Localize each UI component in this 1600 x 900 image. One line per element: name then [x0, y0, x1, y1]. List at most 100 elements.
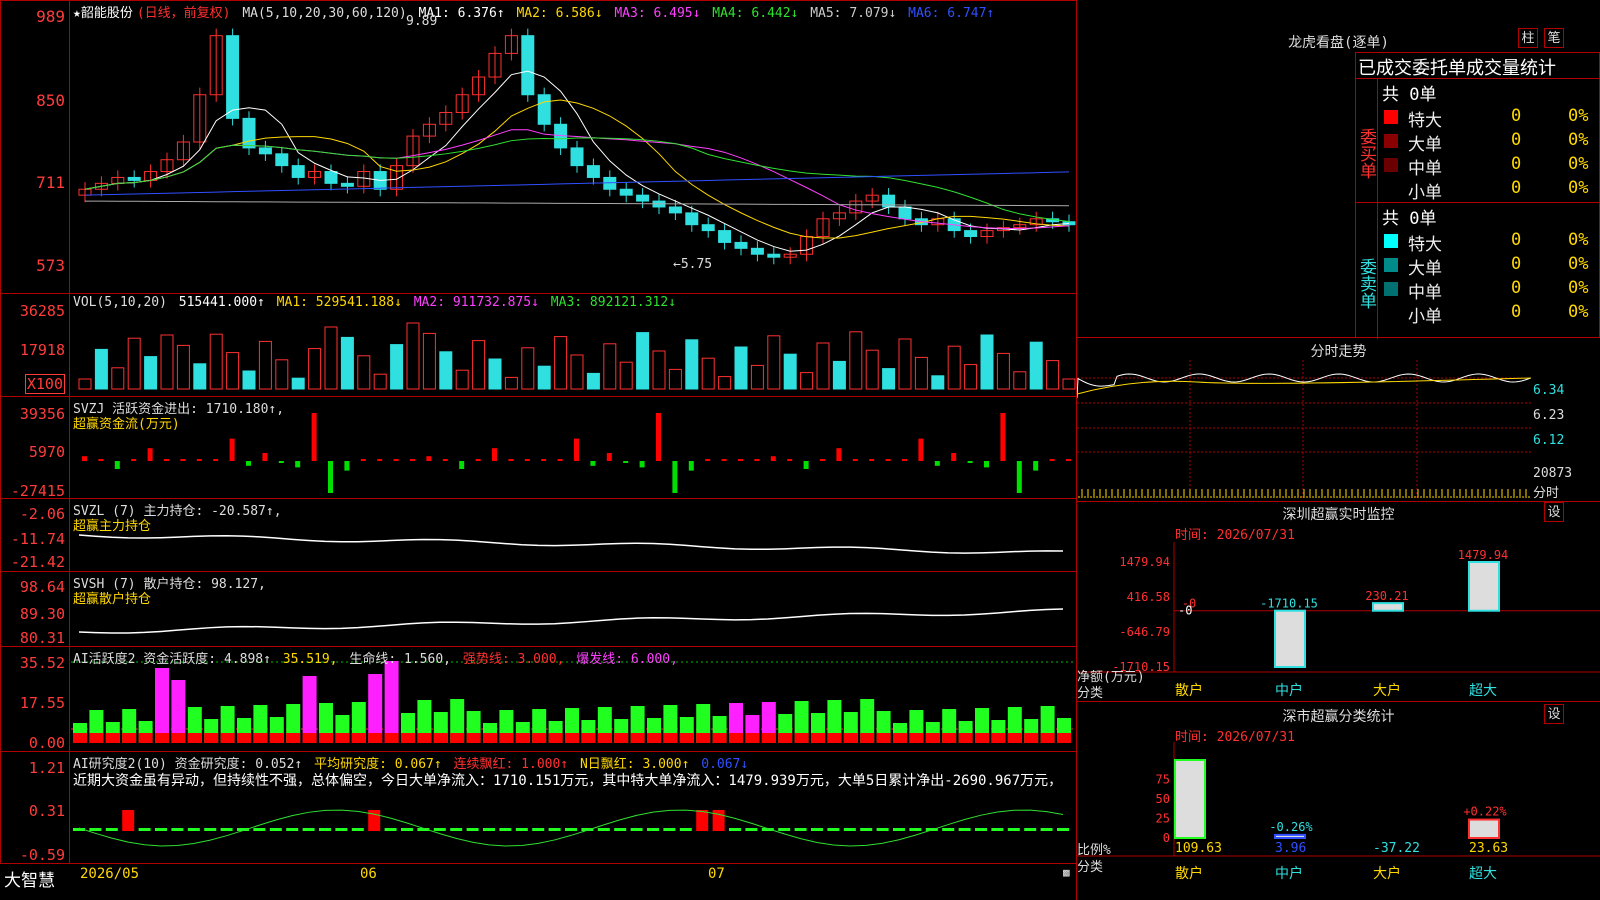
color-swatch — [1384, 158, 1398, 172]
volume-bar — [800, 372, 814, 390]
activity-bar — [368, 674, 383, 743]
candle — [718, 230, 732, 243]
candle — [537, 94, 551, 125]
ma-label: MA(5,10,20,30,60,120) — [242, 6, 407, 21]
classify-panel[interactable]: 深市超赢分类统计 设 时间: 2026/07/31 0 25 50 75 109.63 散… — [1077, 702, 1600, 900]
monitor-panel[interactable]: 深圳超赢实时监控 设 时间: 2026/07/31 1479.94 416.58-… — [1077, 502, 1600, 702]
flow-bar — [344, 461, 350, 471]
research-bar — [368, 828, 381, 831]
intraday-panel[interactable]: 分时走势 6.34 6.23 6.12 20873 分时 — [1077, 338, 1600, 502]
base-bar — [532, 733, 547, 743]
research-bar — [1057, 828, 1069, 831]
flow-bar — [492, 448, 497, 461]
flow-bar — [475, 459, 481, 461]
price-panel[interactable]: 989 850 711 573 ★韶能股份 (日线，前复权) MA(5,10,20… — [0, 0, 1077, 294]
base-bar — [319, 733, 333, 743]
research-bar — [466, 828, 479, 831]
y-tick: 1479.94 — [1119, 555, 1170, 569]
color-swatch — [1384, 258, 1398, 272]
brand-logo[interactable]: 大智慧 — [4, 866, 55, 891]
volume-panel[interactable]: 36285 17918 X100 VOL(5,10,20) 515441.000… — [0, 293, 1077, 397]
candle — [750, 247, 764, 255]
row-count: 0 — [1511, 178, 1522, 198]
base-bar — [975, 733, 989, 743]
volume-bar — [193, 363, 207, 390]
research-bar — [548, 828, 561, 831]
ai-research-panel[interactable]: 1.21 0.31 -0.59 AI研究度2(10) 资金研究度: 0.052↑… — [0, 751, 1077, 864]
period-label[interactable]: (日线，前复权) — [137, 6, 231, 21]
row-percent: 0% — [1568, 278, 1589, 298]
flow-bar — [885, 459, 891, 461]
flow-bar — [606, 453, 612, 461]
row-count: 0 — [1511, 254, 1522, 274]
vol-ma2: MA2: 911732.875↓ — [413, 295, 539, 310]
research-bar — [811, 828, 823, 831]
price-line — [1077, 373, 1532, 399]
row-percent: 0% — [1568, 178, 1589, 198]
lock-icon[interactable]: ▩ — [1063, 866, 1070, 879]
flow-bar — [459, 461, 465, 469]
y-tick: -646.79 — [1119, 625, 1170, 639]
row-label: 大单 — [1408, 135, 1442, 155]
volume-bar — [144, 356, 158, 390]
base-bar — [237, 733, 251, 743]
base-bar — [335, 733, 350, 743]
research-bar — [712, 810, 725, 828]
research-bar — [876, 828, 889, 831]
volume-bar — [685, 339, 699, 390]
candle — [242, 117, 256, 149]
row-label: 大单 — [1408, 259, 1442, 279]
row-label: 中单 — [1408, 283, 1442, 303]
svzl-panel[interactable]: -2.06 -11.74 -21.42 SVZL (7) 主力持仓: -20.5… — [0, 498, 1077, 572]
vol-ma3: MA3: 892121.312↓ — [550, 295, 677, 310]
monitor-bar-chart[interactable]: 1479.94416.58-646.79-1710.15-0散户-1710.15… — [1077, 502, 1600, 702]
base-bar — [696, 733, 711, 743]
flow-bar — [557, 459, 563, 461]
category-label: 大户 — [1373, 865, 1401, 882]
svzl-title: 超赢主力持仓 — [73, 519, 152, 534]
classify-bar-chart[interactable]: 0 25 50 75 109.63 散户 -0.26% 3.96 中户 -37.22 大户 +0.22… — [1077, 702, 1600, 900]
flow-bar — [393, 459, 399, 461]
row-count: 0 — [1511, 302, 1522, 322]
volume-bar — [176, 344, 190, 390]
research-bar — [614, 828, 627, 831]
candlestick-chart[interactable] — [1, 1, 1078, 295]
base-bar — [138, 733, 153, 743]
buy-section: 委买单 共 0单 特大 0 0% 大单 0 0% 中单 0 0% 小单 0 0% — [1356, 78, 1600, 203]
stock-name[interactable]: ★韶能股份 — [73, 6, 133, 21]
svsh-panel[interactable]: 98.64 89.30 80.31 SVSH (7) 散户持仓: 98.127,… — [0, 571, 1077, 647]
row-label: 小单 — [1408, 183, 1442, 203]
bar-value-label: -0 — [1178, 604, 1192, 618]
volume-bar — [390, 344, 404, 390]
bar-mode-button[interactable]: 柱 — [1518, 28, 1538, 48]
research-bar — [1040, 828, 1053, 831]
candle — [324, 171, 338, 184]
holding-line — [78, 608, 1064, 634]
volume-bar — [242, 370, 256, 390]
value-label: 109.63 — [1175, 841, 1222, 856]
research-bar — [335, 828, 348, 831]
volume-bar — [816, 342, 830, 390]
flow-bar — [311, 413, 317, 461]
candle — [685, 212, 699, 226]
svzj-panel[interactable]: 39356 5970 -27415 SVZJ 活跃资金进出: 1710.180↑… — [0, 396, 1077, 500]
flow-bar — [738, 459, 743, 461]
volume-bar — [373, 373, 387, 390]
net-bar — [1372, 602, 1404, 612]
volume-bar — [636, 332, 650, 390]
buy-row: 特大 0 0% — [1380, 105, 1600, 131]
research-bar — [351, 828, 364, 831]
buy-row: 中单 0 0% — [1380, 153, 1600, 179]
research-bar — [778, 828, 791, 831]
date-label: 06 — [360, 866, 377, 882]
tick-mode-button[interactable]: 笔 — [1544, 28, 1564, 48]
base-bar — [187, 733, 202, 743]
volume-bar — [537, 365, 551, 390]
ai-active-panel[interactable]: 35.52 17.55 0.00 AI活跃度2 资金活跃度: 4.898↑ 35… — [0, 646, 1077, 752]
category-label: 中户 — [1275, 865, 1303, 882]
candle — [619, 188, 633, 196]
base-bar — [729, 733, 743, 743]
research-bar — [1024, 828, 1037, 831]
intraday-chart[interactable] — [1077, 338, 1600, 502]
research-bar — [663, 828, 676, 831]
